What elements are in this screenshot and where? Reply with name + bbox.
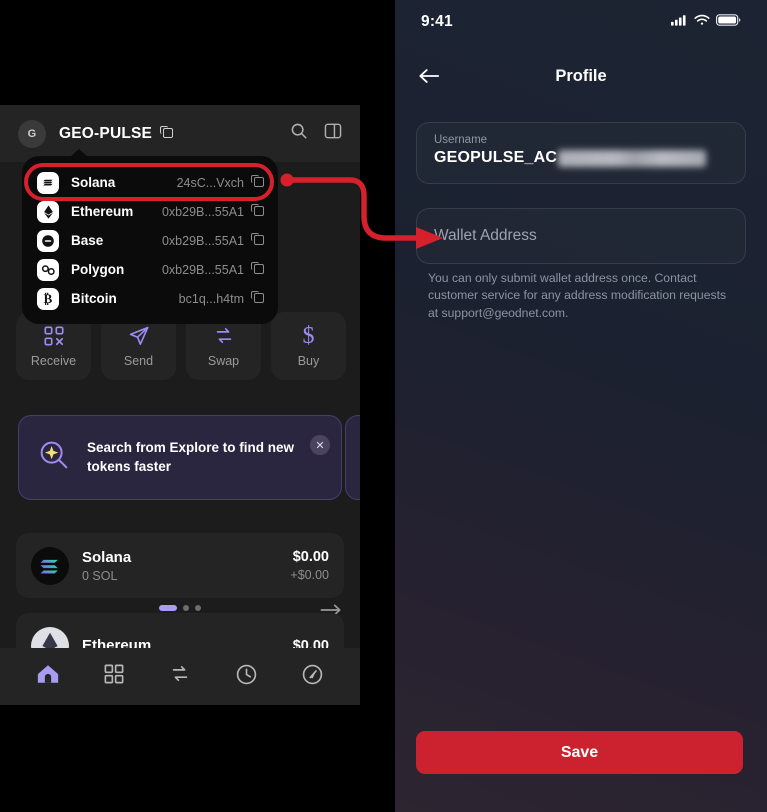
dropdown-item-label: Bitcoin bbox=[71, 291, 117, 306]
compass-icon[interactable] bbox=[301, 663, 324, 691]
dropdown-item-label: Solana bbox=[71, 175, 116, 190]
wallet-address-placeholder: Wallet Address bbox=[434, 227, 537, 244]
wallet-app-screen: G GEO-PULSE Solana 24sC...Vxch Ethereum … bbox=[0, 105, 360, 705]
dropdown-item-label: Ethereum bbox=[71, 204, 134, 219]
carousel-dot[interactable] bbox=[183, 605, 189, 611]
cellular-signal-icon bbox=[671, 13, 688, 31]
action-label: Send bbox=[123, 353, 154, 368]
username-value: GEOPULSE_AC bbox=[434, 149, 558, 166]
back-arrow-icon[interactable] bbox=[415, 62, 443, 90]
dropdown-item-address: 0xb29B...55A1 bbox=[161, 233, 244, 248]
search-icon[interactable] bbox=[290, 122, 308, 145]
dropdown-item-address: bc1q...h4tm bbox=[178, 291, 244, 306]
dropdown-item-solana[interactable]: Solana 24sC...Vxch bbox=[22, 169, 278, 196]
token-value-group: $0.00 +$0.00 bbox=[290, 549, 329, 582]
token-change: +$0.00 bbox=[290, 568, 329, 582]
dropdown-item-address: 0xb29B...55A1 bbox=[161, 204, 244, 219]
dropdown-item-address: 24sC...Vxch bbox=[176, 175, 244, 190]
polygon-icon bbox=[37, 258, 59, 281]
battery-icon bbox=[716, 13, 741, 31]
username-field[interactable]: Username GEOPULSE_AC bbox=[416, 122, 746, 184]
base-icon bbox=[37, 229, 59, 252]
table-row[interactable]: Solana 0 SOL $0.00 +$0.00 bbox=[16, 533, 344, 598]
buy-button[interactable]: $ Buy bbox=[271, 312, 346, 380]
home-icon[interactable] bbox=[36, 662, 60, 691]
status-indicators bbox=[671, 13, 741, 31]
dropdown-item-label: Polygon bbox=[71, 262, 125, 277]
dropdown-item-ethereum[interactable]: Ethereum 0xb29B...55A1 bbox=[22, 198, 278, 225]
dollar-sign-icon: $ bbox=[302, 322, 315, 349]
header-actions bbox=[290, 122, 342, 145]
bottom-navigation bbox=[0, 648, 360, 705]
username-value-row: GEOPULSE_AC bbox=[434, 149, 728, 167]
nav-bar: Profile bbox=[395, 58, 767, 94]
dropdown-item-base[interactable]: Base 0xb29B...55A1 bbox=[22, 227, 278, 254]
action-label: Receive bbox=[30, 353, 77, 368]
copy-icon[interactable] bbox=[160, 125, 173, 143]
token-amount: 0 SOL bbox=[82, 568, 118, 583]
avatar[interactable]: G bbox=[18, 119, 46, 148]
wallet-name-label[interactable]: GEO-PULSE bbox=[59, 125, 152, 143]
copy-icon[interactable] bbox=[251, 174, 264, 192]
history-icon[interactable] bbox=[235, 663, 258, 691]
profile-screen: 9:41 Profile Username GEOPULSE_AC Wallet… bbox=[395, 0, 767, 812]
promo-text: Search from Explore to find new tokens f… bbox=[87, 439, 295, 474]
solana-token-logo bbox=[31, 546, 69, 585]
promo-card[interactable]: Search from Explore to find new tokens f… bbox=[18, 415, 342, 500]
token-value: $0.00 bbox=[292, 549, 329, 565]
wallet-header: G GEO-PULSE bbox=[0, 105, 360, 162]
ethereum-icon bbox=[37, 200, 59, 223]
page-title: Profile bbox=[555, 66, 607, 85]
dropdown-item-address: 0xb29B...55A1 bbox=[161, 262, 244, 277]
search-sparkle-icon bbox=[35, 436, 73, 479]
wifi-icon bbox=[694, 13, 710, 31]
bitcoin-icon: ₿ bbox=[37, 287, 59, 310]
swap-icon[interactable] bbox=[169, 663, 191, 690]
wallet-address-field[interactable]: Wallet Address bbox=[416, 208, 746, 264]
grid-icon[interactable] bbox=[103, 663, 125, 690]
network-dropdown[interactable]: Solana 24sC...Vxch Ethereum 0xb29B...55A… bbox=[22, 149, 278, 324]
dropdown-item-polygon[interactable]: Polygon 0xb29B...55A1 bbox=[22, 256, 278, 283]
username-label: Username bbox=[434, 134, 488, 146]
close-icon[interactable]: ✕ bbox=[310, 435, 330, 455]
status-time: 9:41 bbox=[421, 13, 453, 30]
token-info: Solana 0 SOL bbox=[82, 549, 131, 583]
dropdown-notch bbox=[70, 149, 88, 157]
carousel-dot[interactable] bbox=[195, 605, 201, 611]
promo-card-next[interactable] bbox=[345, 415, 360, 500]
save-button[interactable]: Save bbox=[416, 731, 743, 774]
sidebar-panel-icon[interactable] bbox=[324, 122, 342, 145]
copy-icon[interactable] bbox=[251, 203, 264, 221]
action-label: Buy bbox=[297, 353, 320, 368]
carousel-dots bbox=[0, 605, 360, 611]
copy-icon[interactable] bbox=[251, 261, 264, 279]
redaction-blur bbox=[558, 149, 707, 167]
copy-icon[interactable] bbox=[251, 290, 264, 308]
token-name: Solana bbox=[82, 548, 132, 566]
screenshot-root: G GEO-PULSE Solana 24sC...Vxch Ethereum … bbox=[0, 0, 767, 812]
dropdown-item-bitcoin[interactable]: ₿ Bitcoin bc1q...h4tm bbox=[22, 285, 278, 312]
carousel-dot-active[interactable] bbox=[159, 605, 177, 611]
status-bar: 9:41 bbox=[395, 0, 767, 44]
helper-text: You can only submit wallet address once.… bbox=[428, 271, 727, 320]
dropdown-item-label: Base bbox=[71, 233, 104, 248]
action-label: Swap bbox=[207, 353, 240, 368]
copy-icon[interactable] bbox=[251, 232, 264, 250]
solana-icon bbox=[37, 171, 59, 194]
